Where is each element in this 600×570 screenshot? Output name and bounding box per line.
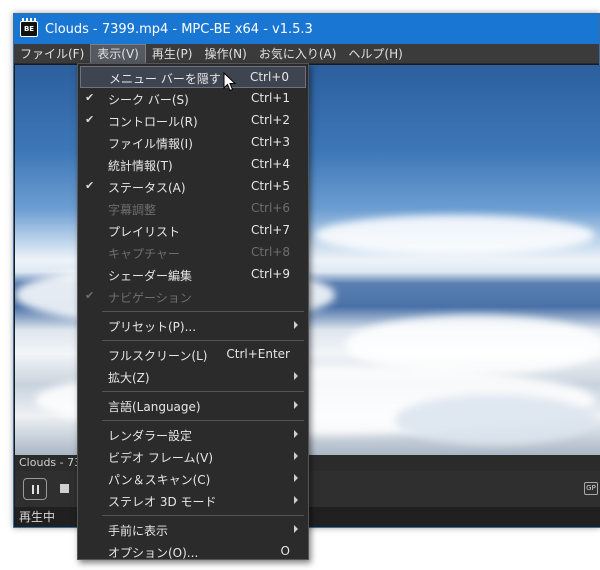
menu-separator [102,311,304,312]
menu-item-shortcut: Ctrl+0 [249,70,289,84]
checkmark-icon: ✔ [85,91,95,104]
submenu-arrow-icon [294,430,298,438]
submenu-arrow-icon [294,525,298,533]
menu-item-label: 統計情報(T) [108,159,173,173]
menu-item-label: プリセット(P)... [108,320,197,334]
menu-item-shortcut: Ctrl+3 [250,135,290,149]
menu-item-shortcut: Ctrl+Enter [226,347,290,361]
menu-item-label: 字幕調整 [108,203,157,217]
title-bar[interactable]: BE Clouds - 7399.mp4 - MPC-BE x64 - v1.5… [14,14,599,44]
menu-item-label: レンダラー設定 [108,429,193,443]
menu-item-12[interactable]: フルスクリーン(L) Ctrl+Enter [80,344,306,366]
menu-item-label: ステレオ 3D モード [108,495,217,509]
menu-item-shortcut: Ctrl+5 [250,179,290,193]
checkmark-icon: ✔ [85,179,95,192]
menu-item-5[interactable]: ✔ ステータス(A) Ctrl+5 [80,176,306,198]
gpu-badge: GP [584,482,598,495]
menu-item-20[interactable]: オプション(O)... O [80,541,306,563]
menu-item-18[interactable]: ステレオ 3D モード [80,490,306,512]
menu-item-label: シーク バー(S) [108,93,189,107]
menu-item-7[interactable]: プレイリスト Ctrl+7 [80,220,306,242]
menu-item-15[interactable]: レンダラー設定 [80,424,306,446]
menu-item-label: コントロール(R) [108,115,198,129]
window-title: Clouds - 7399.mp4 - MPC-BE x64 - v1.5.3 [45,21,313,37]
app-logo-icon: BE [20,18,38,37]
submenu-arrow-icon [294,401,298,409]
menubar-item-4[interactable]: お気に入り(A) [253,44,343,64]
menu-item-0[interactable]: メニュー バーを隠す Ctrl+0 [80,66,306,88]
menu-item-label: ファイル情報(I) [108,137,193,151]
menubar-item-3[interactable]: 操作(N) [198,44,252,64]
menu-item-11[interactable]: プリセット(P)... [80,315,306,337]
checkmark-icon: ✔ [85,289,95,302]
menu-item-8: キャプチャー Ctrl+8 [80,242,306,264]
menu-item-2[interactable]: ✔ コントロール(R) Ctrl+2 [80,110,306,132]
submenu-arrow-icon [294,372,298,380]
checkmark-icon: ✔ [85,113,95,126]
menu-item-label: パン＆スキャン(C) [108,473,211,487]
menu-item-19[interactable]: 手前に表示 [80,519,306,541]
menu-item-label: ステータス(A) [108,181,186,195]
menu-separator [102,515,304,516]
menu-separator [102,340,304,341]
menu-separator [102,391,304,392]
submenu-arrow-icon [294,496,298,504]
menu-item-shortcut: Ctrl+4 [250,157,290,171]
menu-separator [102,420,304,421]
menu-item-label: 手前に表示 [108,524,169,538]
menu-item-shortcut: Ctrl+8 [250,245,290,259]
pause-icon [31,484,34,494]
menu-item-label: 言語(Language) [108,400,201,414]
menu-bar: ファイル(F) 表示(V) 再生(P) 操作(N) お気に入り(A) ヘルプ(H) [14,43,599,64]
menu-item-label: プレイリスト [108,225,181,239]
menu-item-14[interactable]: 言語(Language) [80,395,306,417]
menu-item-label: 拡大(Z) [108,371,150,385]
menu-item-6: 字幕調整 Ctrl+6 [80,198,306,220]
menu-item-3[interactable]: ファイル情報(I) Ctrl+3 [80,132,306,154]
submenu-arrow-icon [294,474,298,482]
menu-item-9[interactable]: シェーダー編集 Ctrl+9 [80,264,306,286]
pause-button[interactable] [23,478,47,500]
menu-item-shortcut: Ctrl+9 [250,267,290,281]
mouse-cursor-icon [223,72,237,92]
menu-item-shortcut: Ctrl+6 [250,201,290,215]
menubar-item-0[interactable]: ファイル(F) [14,44,90,64]
menubar-item-5[interactable]: ヘルプ(H) [342,44,408,64]
menu-item-label: ナビゲーション [108,291,192,305]
menu-item-shortcut: Ctrl+1 [250,91,290,105]
menu-item-label: フルスクリーン(L) [108,349,208,363]
menu-item-shortcut: Ctrl+2 [250,113,290,127]
menu-item-17[interactable]: パン＆スキャン(C) [80,468,306,490]
menu-item-1[interactable]: ✔ シーク バー(S) Ctrl+1 [80,88,306,110]
menu-item-shortcut: O [280,544,290,558]
menubar-item-2[interactable]: 再生(P) [146,44,199,64]
submenu-arrow-icon [294,321,298,329]
view-menu-dropdown: メニュー バーを隠す Ctrl+0 ✔ シーク バー(S) Ctrl+1 ✔ コントロール(… [77,63,309,560]
menu-item-label: メニュー バーを隠す [109,72,221,86]
menu-item-16[interactable]: ビデオ フレーム(V) [80,446,306,468]
submenu-arrow-icon [294,452,298,460]
menu-item-label: シェーダー編集 [108,269,193,283]
menu-item-label: ビデオ フレーム(V) [108,451,214,465]
menu-item-13[interactable]: 拡大(Z) [80,366,306,388]
menu-item-4[interactable]: 統計情報(T) Ctrl+4 [80,154,306,176]
menu-item-10: ✔ ナビゲーション [80,286,306,308]
stop-button[interactable] [60,484,69,493]
status-text: 再生中 [19,510,56,524]
menu-item-shortcut: Ctrl+7 [250,223,290,237]
menu-item-label: キャプチャー [108,247,180,261]
menu-item-label: オプション(O)... [108,546,199,560]
menubar-item-1[interactable]: 表示(V) [90,43,146,64]
